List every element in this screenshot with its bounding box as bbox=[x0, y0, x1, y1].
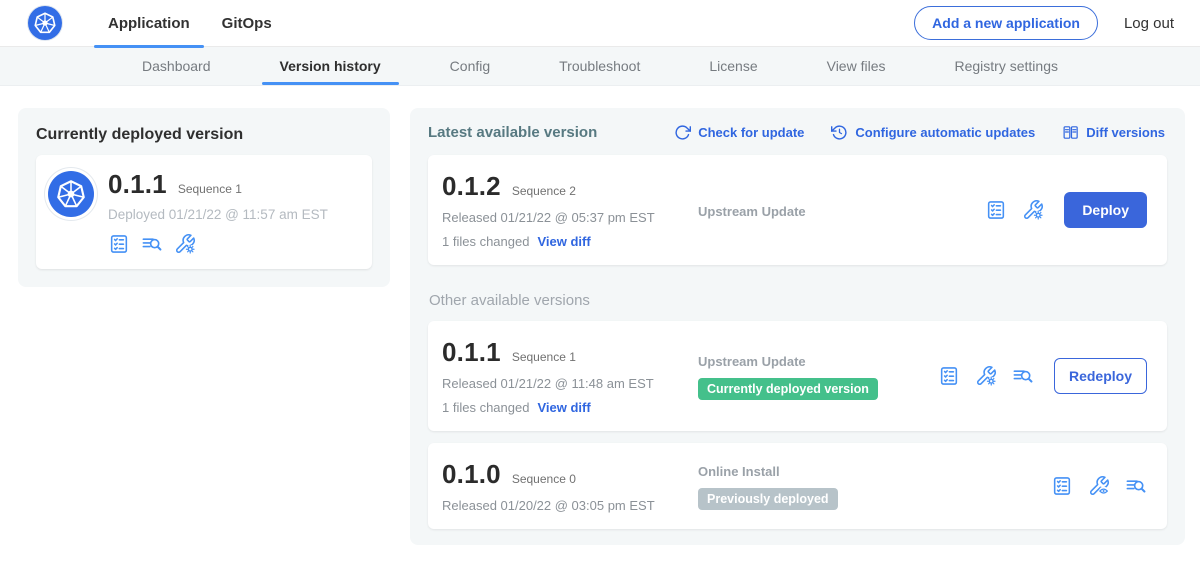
tab-dashboard-label: Dashboard bbox=[142, 58, 211, 74]
add-application-button[interactable]: Add a new application bbox=[914, 6, 1098, 40]
deployed-timestamp: Deployed 01/21/22 @ 11:57 am EST bbox=[108, 207, 328, 222]
view-logs-icon[interactable] bbox=[141, 233, 163, 255]
preflight-checks-icon[interactable] bbox=[1051, 475, 1073, 497]
view-logs-icon[interactable] bbox=[1125, 475, 1147, 497]
view-logs-icon[interactable] bbox=[1012, 365, 1034, 387]
previously-deployed-badge: Previously deployed bbox=[698, 488, 838, 510]
logout-button[interactable]: Log out bbox=[1124, 15, 1174, 32]
tab-registry-settings[interactable]: Registry settings bbox=[949, 47, 1064, 85]
edit-config-icon[interactable] bbox=[174, 233, 196, 255]
sequence-label: Sequence 0 bbox=[512, 472, 576, 486]
versions-panel: Latest available version Check for updat… bbox=[410, 108, 1185, 545]
version-info: 0.1.2 Sequence 2 Released 01/21/22 @ 05:… bbox=[442, 171, 698, 249]
version-actions-group bbox=[1051, 475, 1147, 497]
redeploy-button[interactable]: Redeploy bbox=[1054, 358, 1147, 394]
source-label: Online Install bbox=[698, 464, 1051, 479]
version-source: Upstream Update Currently deployed versi… bbox=[698, 352, 938, 400]
source-label: Upstream Update bbox=[698, 354, 938, 369]
source-label: Upstream Update bbox=[698, 204, 985, 219]
version-info: 0.1.1 Sequence 1 Released 01/21/22 @ 11:… bbox=[442, 337, 698, 415]
version-card-0-1-0: 0.1.0 Sequence 0 Released 01/20/22 @ 03:… bbox=[428, 443, 1167, 529]
version-card-0-1-2: 0.1.2 Sequence 2 Released 01/21/22 @ 05:… bbox=[428, 155, 1167, 265]
configure-automatic-updates-label: Configure automatic updates bbox=[855, 125, 1035, 140]
kubernetes-logo bbox=[28, 6, 62, 40]
app-sub-nav: Dashboard Version history Config Trouble… bbox=[0, 47, 1200, 86]
version-number: 0.1.1 bbox=[442, 337, 501, 368]
tab-license[interactable]: License bbox=[703, 47, 763, 85]
tab-view-files-label: View files bbox=[827, 58, 886, 74]
deployed-version-details: 0.1.1 Sequence 1 Deployed 01/21/22 @ 11:… bbox=[108, 169, 328, 255]
tab-version-history-label: Version history bbox=[280, 58, 381, 74]
version-source: Upstream Update bbox=[698, 202, 985, 219]
view-config-icon[interactable] bbox=[1088, 475, 1110, 497]
deployed-sequence-label: Sequence 1 bbox=[178, 182, 242, 196]
version-card-0-1-1: 0.1.1 Sequence 1 Released 01/21/22 @ 11:… bbox=[428, 321, 1167, 431]
released-timestamp: Released 01/21/22 @ 05:37 pm EST bbox=[442, 210, 698, 225]
top-nav-right: Add a new application Log out bbox=[914, 6, 1174, 40]
latest-available-title: Latest available version bbox=[428, 124, 597, 141]
versions-panel-header: Latest available version Check for updat… bbox=[428, 122, 1167, 143]
tab-registry-settings-label: Registry settings bbox=[955, 58, 1058, 74]
main-content: Currently deployed version 0.1.1 Sequenc… bbox=[0, 86, 1200, 545]
configure-automatic-updates-link[interactable]: Configure automatic updates bbox=[831, 124, 1035, 141]
files-changed-label: 1 files changed bbox=[442, 400, 529, 415]
app-nav-tabs: Application GitOps bbox=[92, 0, 288, 47]
released-timestamp: Released 01/21/22 @ 11:48 am EST bbox=[442, 376, 698, 391]
tab-application-label: Application bbox=[108, 15, 190, 32]
currently-deployed-title: Currently deployed version bbox=[36, 120, 372, 155]
version-actions-group: Redeploy bbox=[938, 358, 1147, 394]
tab-license-label: License bbox=[709, 58, 757, 74]
preflight-checks-icon[interactable] bbox=[108, 233, 130, 255]
refresh-icon bbox=[674, 124, 691, 141]
deploy-button[interactable]: Deploy bbox=[1064, 192, 1147, 228]
diff-versions-link[interactable]: Diff versions bbox=[1062, 124, 1165, 141]
app-icon bbox=[48, 171, 94, 217]
top-nav: Application GitOps Add a new application… bbox=[0, 0, 1200, 47]
version-number: 0.1.2 bbox=[442, 171, 501, 202]
edit-config-icon[interactable] bbox=[1022, 199, 1044, 221]
sequence-label: Sequence 1 bbox=[512, 350, 576, 364]
check-for-update-link[interactable]: Check for update bbox=[674, 124, 804, 141]
deployed-version-number: 0.1.1 bbox=[108, 169, 167, 200]
other-versions-title: Other available versions bbox=[429, 292, 1167, 309]
released-timestamp: Released 01/20/22 @ 03:05 pm EST bbox=[442, 498, 698, 513]
view-diff-link[interactable]: View diff bbox=[537, 234, 590, 249]
diff-versions-label: Diff versions bbox=[1086, 125, 1165, 140]
schedule-icon bbox=[831, 124, 848, 141]
preflight-checks-icon[interactable] bbox=[985, 199, 1007, 221]
tab-application[interactable]: Application bbox=[92, 0, 206, 47]
view-diff-link[interactable]: View diff bbox=[537, 400, 590, 415]
check-for-update-label: Check for update bbox=[698, 125, 804, 140]
files-changed-label: 1 files changed bbox=[442, 234, 529, 249]
tab-troubleshoot[interactable]: Troubleshoot bbox=[553, 47, 646, 85]
preflight-checks-icon[interactable] bbox=[938, 365, 960, 387]
version-actions: Check for update Configure automatic upd… bbox=[674, 124, 1165, 141]
version-number: 0.1.0 bbox=[442, 459, 501, 490]
currently-deployed-card: Currently deployed version 0.1.1 Sequenc… bbox=[18, 108, 390, 287]
tab-version-history[interactable]: Version history bbox=[274, 47, 387, 85]
diff-icon bbox=[1062, 124, 1079, 141]
tab-view-files[interactable]: View files bbox=[821, 47, 892, 85]
tab-gitops-label: GitOps bbox=[222, 15, 272, 32]
tab-config-label: Config bbox=[450, 58, 490, 74]
version-source: Online Install Previously deployed bbox=[698, 462, 1051, 510]
tab-dashboard[interactable]: Dashboard bbox=[136, 47, 217, 85]
edit-config-icon[interactable] bbox=[975, 365, 997, 387]
version-info: 0.1.0 Sequence 0 Released 01/20/22 @ 03:… bbox=[442, 459, 698, 513]
currently-deployed-badge: Currently deployed version bbox=[698, 378, 878, 400]
deployed-version-card: 0.1.1 Sequence 1 Deployed 01/21/22 @ 11:… bbox=[36, 155, 372, 269]
tab-troubleshoot-label: Troubleshoot bbox=[559, 58, 640, 74]
version-actions-group: Deploy bbox=[985, 192, 1147, 228]
tab-gitops[interactable]: GitOps bbox=[206, 0, 288, 47]
tab-config[interactable]: Config bbox=[444, 47, 496, 85]
sequence-label: Sequence 2 bbox=[512, 184, 576, 198]
